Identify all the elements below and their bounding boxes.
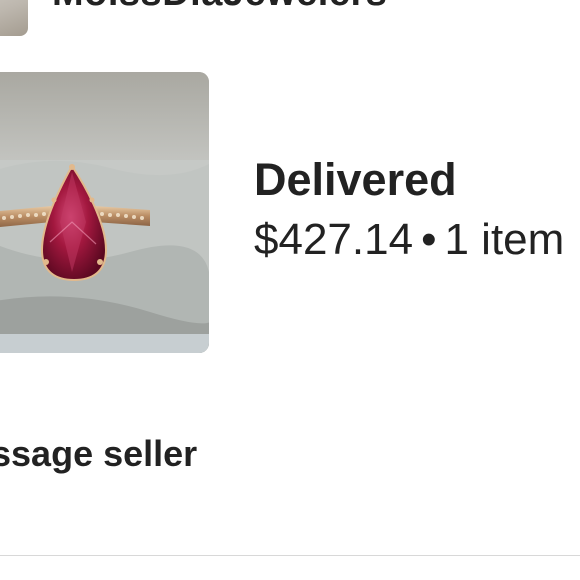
message-seller-button[interactable]: Message seller [0,430,197,478]
order-screen: MoissDiaJewelers [0,0,580,580]
shop-header[interactable]: MoissDiaJewelers [0,0,580,36]
order-card[interactable]: Delivered $427.14 • 1 item [0,70,580,355]
product-image[interactable] [0,72,209,353]
ring-photo [0,72,209,353]
order-meta: $427.14 • 1 item [254,212,580,268]
shop-avatar[interactable] [0,0,28,36]
divider [0,555,580,556]
meta-separator: • [421,215,437,264]
shop-name[interactable]: MoissDiaJewelers [52,0,387,15]
order-summary: Delivered $427.14 • 1 item [254,152,580,268]
order-status: Delivered [254,154,457,205]
order-price: $427.14 [254,215,414,264]
order-item-count: 1 item [444,215,565,264]
